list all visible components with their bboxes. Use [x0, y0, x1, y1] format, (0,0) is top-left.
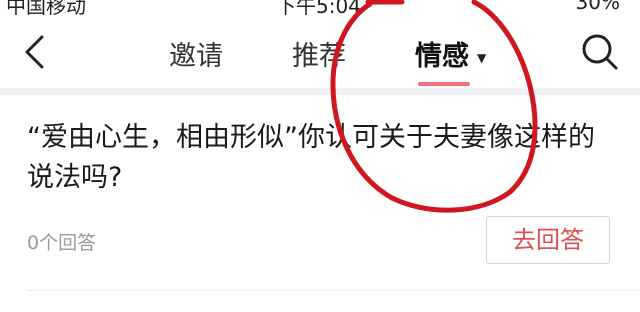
tab-recommend[interactable]: 推荐 [292, 34, 346, 73]
tab-invite[interactable]: 邀请 [169, 34, 223, 73]
tab-emotion-label: 情感 [415, 41, 469, 72]
list-divider [27, 290, 640, 291]
question-title[interactable]: “爱由心生，相由形似”你认可关于夫妻像这样的说法吗? [27, 118, 617, 198]
search-icon[interactable] [580, 32, 620, 72]
back-arrow-icon[interactable] [20, 34, 50, 70]
top-nav: 邀请 推荐 情感 ▼ [0, 12, 640, 88]
answer-button[interactable]: 去回答 [486, 216, 610, 264]
section-divider [0, 88, 640, 95]
answer-count: 0个回答 [27, 232, 97, 254]
caret-down-icon: ▼ [477, 50, 487, 65]
tab-emotion[interactable]: 情感 ▼ [415, 34, 486, 73]
status-bar: 中国移动 下午5:04 30% [0, 0, 640, 18]
active-tab-indicator [418, 82, 470, 86]
